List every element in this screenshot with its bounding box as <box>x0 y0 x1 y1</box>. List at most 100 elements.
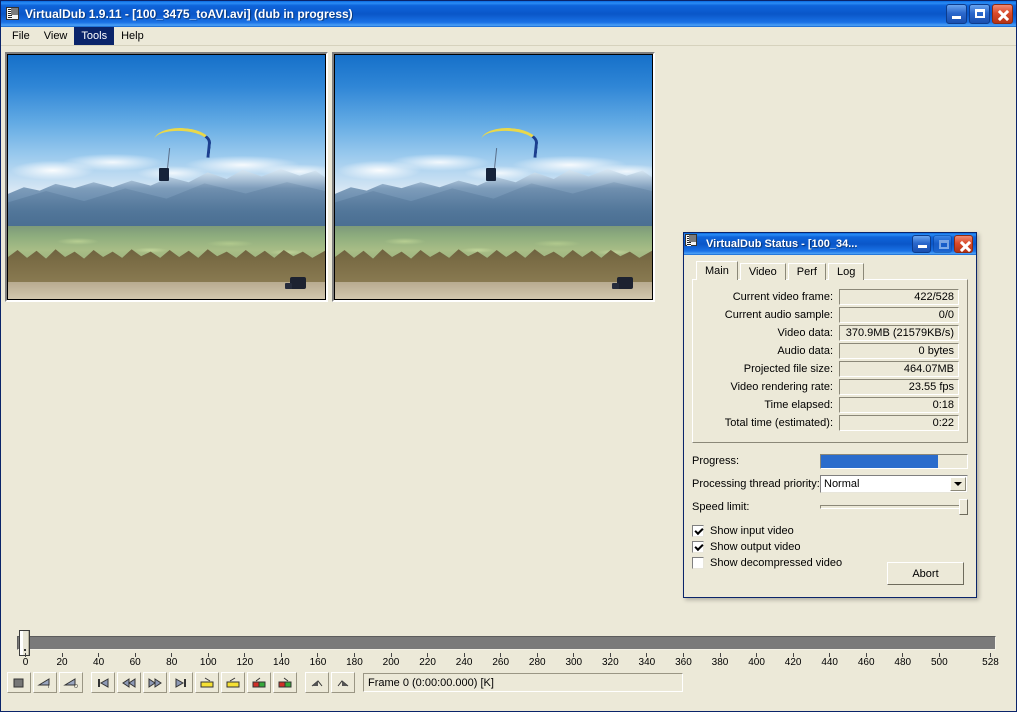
status-row: Video data: 370.9MB (21579KB/s) <box>701 324 959 342</box>
next-range-key-button[interactable] <box>221 672 245 693</box>
status-dialog-title: VirtualDub Status - [100_34... <box>706 238 858 250</box>
status-tabs: Main Video Perf Log <box>692 261 968 280</box>
go-end-button[interactable] <box>169 672 193 693</box>
menu-item-tools[interactable]: Tools <box>74 27 115 45</box>
progress-bar-fill <box>821 454 938 468</box>
speed-limit-label: Speed limit: <box>692 501 750 513</box>
priority-value: Normal <box>824 478 860 490</box>
audio-data-label: Audio data: <box>777 345 833 357</box>
speed-limit-thumb[interactable] <box>959 499 968 515</box>
tab-perf[interactable]: Perf <box>787 263 826 280</box>
speed-limit-row: Speed limit: <box>692 497 968 517</box>
bottom-bar: 0 20 40 60 80 100 120 140 160 180 200 220 240 260 280 3… <box>1 629 1016 711</box>
film-icon <box>5 6 21 22</box>
parked-vehicle <box>612 277 633 290</box>
minimize-button[interactable] <box>946 4 967 24</box>
menu-item-file[interactable]: File <box>5 27 37 45</box>
timeline-ticks: 0 20 40 60 80 100 120 140 160 180 200 220 240 260 280 3… <box>9 653 1008 669</box>
paraglider-pilot <box>485 168 496 181</box>
timeline-tick: 500 <box>931 653 948 668</box>
time-elapsed-label: Time elapsed: <box>764 399 833 411</box>
show-decompressed-video-checkbox[interactable] <box>692 557 704 569</box>
next-scene-button[interactable] <box>331 672 355 693</box>
show-decompressed-video-label: Show decompressed video <box>710 557 843 569</box>
speed-limit-track[interactable] <box>820 505 968 509</box>
show-input-video-row[interactable]: Show input video <box>692 523 968 539</box>
current-video-frame-value: 422/528 <box>839 289 959 305</box>
show-input-video-checkbox[interactable] <box>692 525 704 537</box>
show-output-video-row[interactable]: Show output video <box>692 539 968 555</box>
projected-file-size-label: Projected file size: <box>743 363 833 375</box>
timeline-track[interactable] <box>17 636 996 650</box>
play-output-button[interactable]: O <box>59 672 83 693</box>
status-close-button[interactable] <box>954 235 973 253</box>
current-audio-sample-value: 0/0 <box>839 307 959 323</box>
timeline-tick: 360 <box>675 653 692 668</box>
status-row: Current audio sample: 0/0 <box>701 306 959 324</box>
prev-range-key-button[interactable] <box>195 672 219 693</box>
input-video-pane[interactable] <box>5 52 328 302</box>
priority-label: Processing thread priority: <box>692 478 820 490</box>
timeline-slider[interactable]: 0 20 40 60 80 100 120 140 160 180 200 220 240 260 280 3… <box>9 629 1008 669</box>
maximize-button[interactable] <box>969 4 990 24</box>
paraglider-pilot <box>158 168 169 181</box>
mark-in-button[interactable] <box>247 672 271 693</box>
timeline-tick: 120 <box>236 653 253 668</box>
status-row: Time elapsed: 0:18 <box>701 396 959 414</box>
prev-scene-button[interactable] <box>305 672 329 693</box>
timeline-tick: 240 <box>456 653 472 668</box>
timeline-tick: 320 <box>602 653 619 668</box>
next-keyframe-button[interactable] <box>143 672 167 693</box>
video-rendering-rate-value: 23.55 fps <box>839 379 959 395</box>
menu-item-view[interactable]: View <box>37 27 75 45</box>
frame-status-field: Frame 0 (0:00:00.000) [K] <box>363 673 683 692</box>
audio-data-value: 0 bytes <box>839 343 959 359</box>
status-row: Projected file size: 464.07MB <box>701 360 959 378</box>
timeline-tick: 400 <box>748 653 765 668</box>
timeline-tick: 40 <box>93 653 104 668</box>
main-tab-panel: Current video frame: 422/528 Current aud… <box>692 279 968 443</box>
main-titlebar[interactable]: VirtualDub 1.9.11 - [100_3475_toAVI.avi]… <box>1 1 1016 27</box>
timeline-tick: 480 <box>894 653 911 668</box>
status-maximize-button <box>933 235 952 253</box>
progress-row: Progress: <box>692 451 968 471</box>
total-time-estimated-label: Total time (estimated): <box>724 417 833 429</box>
current-audio-sample-label: Current audio sample: <box>724 309 833 321</box>
play-input-button[interactable]: I <box>33 672 57 693</box>
priority-dropdown[interactable]: Normal <box>820 475 968 493</box>
prev-keyframe-button[interactable] <box>117 672 141 693</box>
speed-limit-slider[interactable] <box>820 498 968 516</box>
progress-label: Progress: <box>692 455 740 467</box>
input-video-frame <box>8 55 325 299</box>
chevron-down-icon[interactable] <box>950 477 966 491</box>
paraglider-scene-input <box>8 55 325 299</box>
show-output-video-checkbox[interactable] <box>692 541 704 553</box>
menu-item-help[interactable]: Help <box>114 27 151 45</box>
timeline-tick: 528 <box>982 653 999 668</box>
status-minimize-button[interactable] <box>912 235 931 253</box>
go-start-button[interactable] <box>91 672 115 693</box>
show-input-video-label: Show input video <box>710 525 794 537</box>
film-icon <box>685 234 702 251</box>
mark-out-button[interactable] <box>273 672 297 693</box>
timeline-tick: 280 <box>529 653 546 668</box>
status-dialog-titlebar[interactable]: VirtualDub Status - [100_34... <box>684 233 976 255</box>
timeline-tick: 260 <box>492 653 509 668</box>
transport-toolbar: I O Frame 0 (0:00:00.000) [K] <box>1 669 1016 695</box>
tab-main[interactable]: Main <box>696 261 738 280</box>
stop-button[interactable] <box>7 672 31 693</box>
timeline-tick: 180 <box>346 653 363 668</box>
abort-button[interactable]: Abort <box>887 562 964 585</box>
status-controls: Progress: Processing thread priority: No… <box>692 451 968 585</box>
video-rendering-rate-label: Video rendering rate: <box>730 381 833 393</box>
time-elapsed-value: 0:18 <box>839 397 959 413</box>
tab-log[interactable]: Log <box>827 263 865 280</box>
foreground-ground <box>8 281 325 299</box>
video-data-value: 370.9MB (21579KB/s) <box>839 325 959 341</box>
close-button[interactable] <box>992 4 1013 24</box>
output-video-pane[interactable] <box>332 52 655 302</box>
timeline-tick: 160 <box>310 653 326 668</box>
timeline-tick: 440 <box>821 653 838 668</box>
output-video-frame <box>335 55 652 299</box>
tab-video[interactable]: Video <box>739 263 786 280</box>
